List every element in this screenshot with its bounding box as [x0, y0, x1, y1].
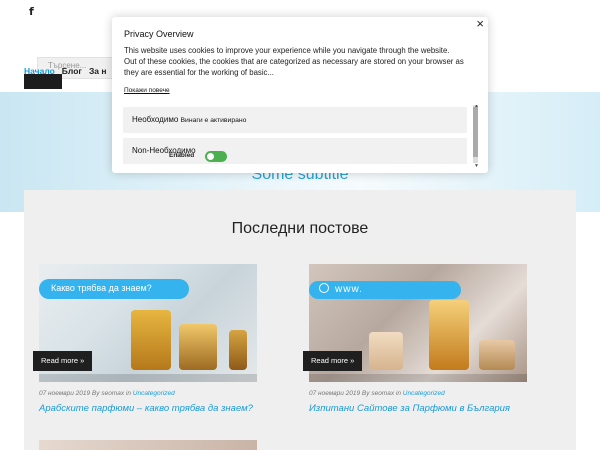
- scroll-up-icon[interactable]: ▲: [474, 105, 479, 109]
- post-author[interactable]: seomax: [371, 390, 394, 397]
- posts-panel: Последни постове Какво трябва да знаем? …: [24, 190, 576, 450]
- nav-item-about[interactable]: За н: [89, 66, 107, 88]
- main-nav: Начало Блог За н: [24, 66, 107, 88]
- perfume-bottle-icon: [369, 332, 403, 370]
- post-meta: 07 ноември 2019 By seomax in Uncategoriz…: [39, 390, 175, 397]
- post-title[interactable]: Изпитани Сайтове за Парфюми в България: [309, 403, 527, 414]
- post-title[interactable]: Арабските парфюми – какво трябва да знае…: [39, 403, 257, 414]
- post-category[interactable]: Uncategorized: [403, 390, 445, 397]
- perfume-bottle-icon: [479, 340, 515, 370]
- modal-title: Privacy Overview: [124, 29, 194, 39]
- always-enabled-note: Винаги е активирано: [180, 117, 247, 124]
- enabled-label: Enabled: [169, 152, 195, 159]
- perfume-bottle-icon: [179, 324, 217, 370]
- post-author[interactable]: seomax: [101, 390, 124, 397]
- scrollbar[interactable]: [473, 105, 478, 163]
- category-label: Необходимо: [132, 115, 179, 124]
- privacy-modal: × Privacy Overview This website uses coo…: [112, 16, 488, 173]
- post-category[interactable]: Uncategorized: [133, 390, 175, 397]
- nav-item-blog[interactable]: Блог: [62, 66, 82, 88]
- post-card[interactable]: Какво трябва да знаем? Read more » 07 но…: [33, 264, 257, 414]
- nav-item-home[interactable]: Начало: [24, 66, 55, 88]
- perfume-bottle-icon: [131, 310, 171, 370]
- search-icon: [319, 283, 329, 293]
- section-title: Последни постове: [231, 220, 369, 237]
- perfume-bottle-icon: [429, 300, 469, 370]
- facebook-icon[interactable]: f: [29, 5, 34, 18]
- read-more-button[interactable]: Read more »: [303, 351, 363, 371]
- modal-body-text: This website uses cookies to improve you…: [124, 46, 464, 77]
- post-card[interactable]: www. Read more » 07 ноември 2019 By seom…: [303, 264, 527, 414]
- read-more-button[interactable]: Read more »: [33, 351, 93, 371]
- search-bubble-text: www.: [335, 284, 363, 295]
- close-icon[interactable]: ×: [476, 16, 484, 31]
- non-necessary-toggle[interactable]: [205, 151, 227, 162]
- perfume-bottle-icon: [229, 330, 247, 370]
- scroll-down-icon[interactable]: ▼: [474, 163, 479, 167]
- show-more-link[interactable]: Покажи повече: [124, 87, 170, 94]
- post-date: 07 ноември 2019: [309, 390, 361, 397]
- post-image-bubble: Какво трябва да знаем?: [39, 279, 189, 299]
- post-thumbnail-partial[interactable]: [39, 440, 257, 450]
- post-date: 07 ноември 2019: [39, 390, 91, 397]
- cookie-category-non-necessary[interactable]: Non-Необходимо: [123, 138, 467, 164]
- image-caption-strip: [309, 374, 527, 382]
- cookie-category-necessary[interactable]: Необходимо Винаги е активирано: [123, 107, 467, 133]
- image-caption-strip: [39, 374, 257, 382]
- post-meta: 07 ноември 2019 By seomax in Uncategoriz…: [309, 390, 445, 397]
- post-image-search-bar: www.: [309, 281, 461, 299]
